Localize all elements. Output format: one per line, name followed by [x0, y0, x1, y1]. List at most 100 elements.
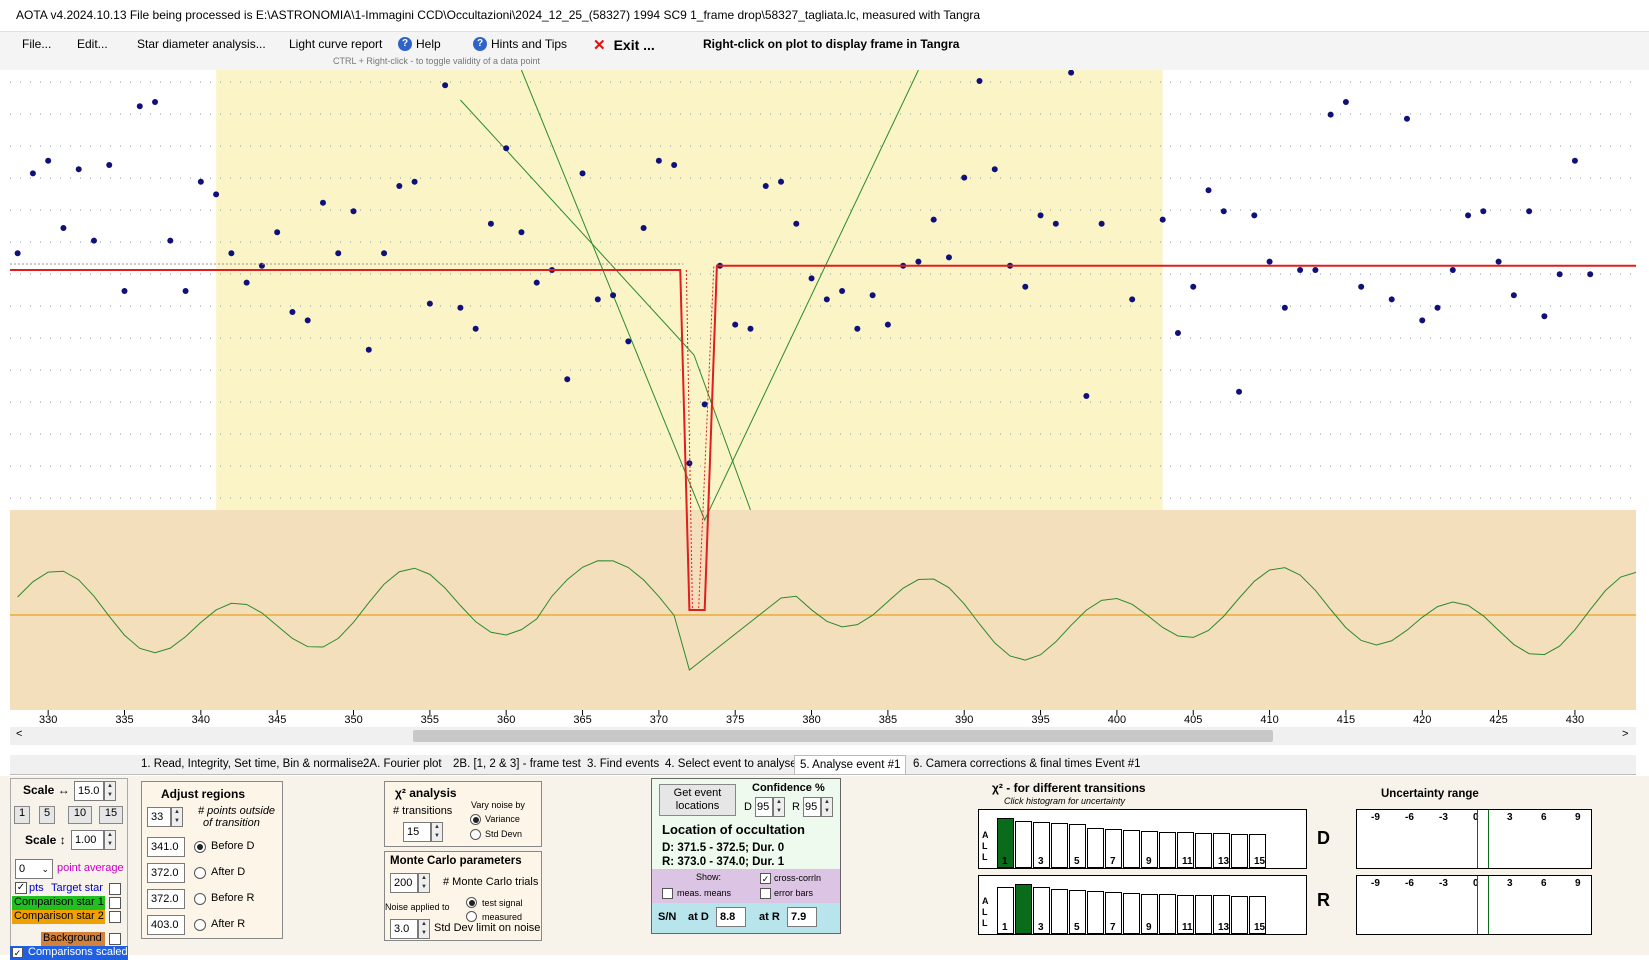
tab-analyse-event[interactable]: 5. Analyse event #1 — [794, 755, 907, 774]
scale-h-input[interactable]: 15.0 — [74, 781, 104, 801]
scroll-thumb[interactable] — [413, 730, 1273, 742]
tab-select-event[interactable]: 4. Select event to analyse — [660, 757, 802, 771]
histogram-bar[interactable] — [1195, 895, 1212, 934]
after-d-radio[interactable] — [194, 867, 206, 879]
comparisons-scaled-label: Comparisons scaled — [28, 946, 128, 958]
error-bars-checkbox[interactable] — [760, 888, 771, 899]
light-curve-plot[interactable]: 330 335 340 345 350 355 360 365 370 375 380 385 390 3… — [10, 70, 1636, 727]
data-point — [625, 338, 632, 345]
data-point — [274, 229, 281, 236]
histogram-bar[interactable] — [1015, 884, 1032, 934]
point-average-select[interactable]: 0 ⌄ — [15, 859, 53, 879]
histogram-bar[interactable] — [1159, 831, 1176, 868]
test-signal-radio[interactable] — [466, 897, 477, 908]
monte-carlo-trials-spinner[interactable]: ▲ ▼ — [418, 873, 430, 893]
after-d-input[interactable]: 372.0 — [147, 863, 185, 883]
scale-btn-10[interactable]: 10 — [68, 806, 92, 824]
transitions-spinner[interactable]: ▲ ▼ — [431, 822, 443, 842]
chi2-histogram-r[interactable]: A L L 1 3 5 7 9 11 13 15 — [978, 875, 1307, 935]
signal-noise-box: S/N at D 8.8 at R 7.9 — [652, 903, 840, 933]
points-outside-input[interactable]: 33 — [147, 807, 171, 827]
monte-carlo-trials-input[interactable]: 200 — [390, 873, 418, 893]
histogram-bar[interactable] — [1051, 823, 1068, 868]
data-point — [564, 376, 571, 383]
data-point — [503, 145, 510, 152]
histogram-bar[interactable] — [1051, 888, 1068, 934]
menu-edit[interactable]: Edit... — [77, 37, 108, 51]
data-point — [640, 225, 647, 231]
before-r-radio[interactable] — [194, 893, 206, 905]
data-point — [1205, 187, 1212, 194]
cross-correlation-checkbox[interactable]: ✓ — [760, 873, 771, 884]
data-point — [1297, 267, 1304, 273]
show-label: Show: — [696, 872, 722, 882]
chevron-down-icon: ⌄ — [41, 864, 49, 874]
menu-file[interactable]: File... — [22, 37, 51, 51]
get-event-locations-button[interactable]: Get event locations — [659, 784, 736, 816]
scale-v-input[interactable]: 1.00 — [71, 830, 104, 850]
background-checkbox[interactable] — [109, 933, 121, 945]
confidence-r-input[interactable]: 95 — [803, 797, 821, 817]
transitions-input[interactable]: 15 — [403, 822, 431, 842]
menu-exit-label: Exit ... — [613, 37, 655, 53]
histogram-bar[interactable] — [1231, 895, 1248, 934]
all-label: A — [982, 830, 989, 840]
before-r-input[interactable]: 372.0 — [147, 889, 185, 909]
menu-help[interactable]: ? Help — [398, 37, 441, 51]
tab-frame-test[interactable]: 2B. [1, 2 & 3] - frame test — [448, 757, 586, 771]
histogram-bar[interactable] — [1087, 828, 1104, 868]
target-star-checkbox[interactable] — [109, 883, 121, 895]
confidence-r-spinner[interactable]: ▲ ▼ — [821, 797, 833, 817]
confidence-d-input[interactable]: 95 — [755, 797, 773, 817]
stddev-limit-input[interactable]: 3.0 — [390, 919, 418, 939]
pts-label: pts — [29, 882, 44, 894]
histogram-bar[interactable] — [1195, 832, 1212, 868]
comparison-star-2-checkbox[interactable] — [109, 911, 121, 923]
histogram-bar[interactable] — [1015, 821, 1032, 868]
meas-means-checkbox[interactable] — [662, 888, 673, 899]
histogram-bar[interactable] — [1123, 830, 1140, 868]
plot-scrollbar[interactable]: < > — [10, 727, 1636, 745]
scroll-right-icon[interactable]: > — [1622, 728, 1628, 740]
histogram-bar[interactable] — [1159, 894, 1176, 934]
tab-read[interactable]: 1. Read, Integrity, Set time, Bin & norm… — [136, 757, 368, 771]
confidence-d-spinner[interactable]: ▲ ▼ — [773, 797, 785, 817]
scale-btn-15[interactable]: 15 — [99, 806, 123, 824]
tab-fourier[interactable]: 2A. Fourier plot — [358, 757, 447, 771]
tab-find-events[interactable]: 3. Find events — [582, 757, 664, 771]
after-r-radio[interactable] — [194, 919, 206, 931]
before-d-input[interactable]: 341.0 — [147, 837, 185, 857]
comparisons-scaled-checkbox[interactable]: ✓ — [12, 947, 23, 958]
tab-camera-corrections[interactable]: 6. Camera corrections & final times Even… — [908, 757, 1146, 771]
measured-radio[interactable] — [466, 911, 477, 922]
data-point — [1129, 296, 1136, 303]
data-point — [457, 304, 464, 311]
scale-v-spinner[interactable]: ▲ ▼ — [104, 830, 116, 850]
stddev-radio[interactable] — [470, 829, 481, 840]
after-r-input[interactable]: 403.0 — [147, 915, 185, 935]
vary-noise-label: Vary noise by — [471, 800, 525, 810]
before-d-radio[interactable] — [194, 841, 206, 853]
stddev-limit-spinner[interactable]: ▲ ▼ — [418, 919, 430, 939]
chi2-histogram-d[interactable]: A L L 1 3 5 7 9 11 13 15 — [978, 809, 1307, 869]
menu-exit[interactable]: ✕ Exit ... — [593, 36, 655, 54]
histogram-x-label: 7 — [1110, 856, 1116, 867]
x-tick-label: 350 — [344, 714, 362, 726]
comparison-star-1-swatch: Comparison star 1 — [12, 896, 105, 910]
histogram-bar[interactable] — [1123, 893, 1140, 934]
menu-hints[interactable]: ? Hints and Tips — [473, 37, 567, 51]
points-outside-spinner[interactable]: ▲ ▼ — [171, 807, 183, 827]
scale-btn-5[interactable]: 5 — [39, 806, 55, 824]
variance-radio[interactable] — [470, 814, 481, 825]
histogram-bar[interactable] — [1087, 891, 1104, 934]
histogram-bar[interactable] — [1231, 833, 1248, 868]
histogram-x-label: 7 — [1110, 922, 1116, 933]
scroll-left-icon[interactable]: < — [16, 728, 22, 740]
scale-h-spinner[interactable]: ▲ ▼ — [104, 781, 116, 801]
comparison-star-1-checkbox[interactable] — [109, 897, 121, 909]
menu-star-diameter[interactable]: Star diameter analysis... — [137, 37, 266, 51]
menu-light-curve-report[interactable]: Light curve report — [289, 37, 382, 51]
scale-btn-1[interactable]: 1 — [14, 806, 30, 824]
pts-checkbox[interactable]: ✓ — [15, 882, 27, 894]
data-point — [1419, 317, 1426, 324]
